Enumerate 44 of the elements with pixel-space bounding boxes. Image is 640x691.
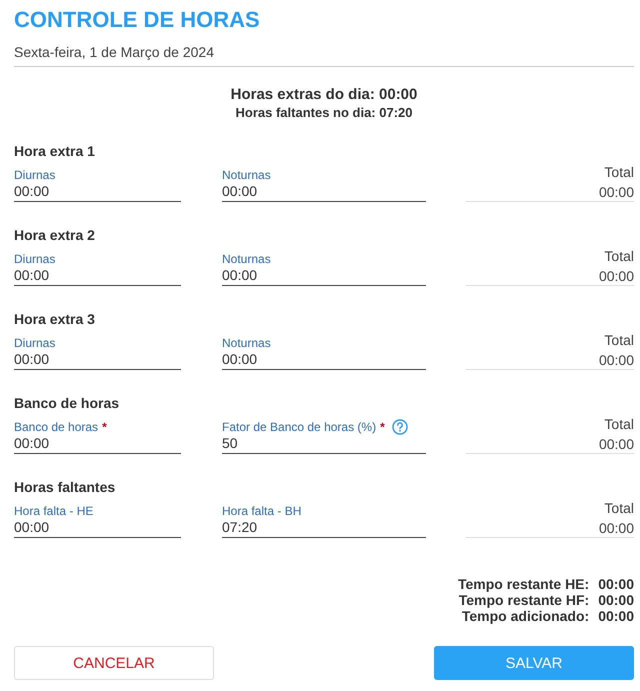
input-field[interactable]: Banco de horas * 00:00	[14, 420, 181, 454]
field-label: Diurnas	[14, 336, 56, 351]
field-label: Noturnas	[222, 168, 271, 183]
input-field[interactable]: Noturnas 00:00	[222, 336, 426, 370]
total-field: Total 00:00	[466, 499, 634, 538]
total-label: Tempo restante HF:	[458, 592, 590, 608]
field-label: Diurnas	[14, 168, 56, 183]
input-field[interactable]: Diurnas 00:00	[14, 336, 181, 370]
summary-text: Horas faltantes no dia: 07:20	[234, 105, 414, 121]
field-label: Noturnas	[222, 252, 271, 267]
field-label: Noturnas	[222, 336, 271, 351]
section-title: Banco de horas	[14, 394, 120, 413]
input-field[interactable]: Diurnas 00:00	[14, 252, 181, 286]
input-field[interactable]: Hora falta - HE 00:00	[14, 504, 181, 538]
section-title: Hora extra 1	[14, 142, 96, 161]
required-mark: *	[102, 420, 107, 435]
input-field[interactable]: Hora falta - BH 07:20	[222, 504, 426, 538]
input-field[interactable]: Diurnas 00:00	[14, 168, 181, 202]
field-label: Hora falta - BH	[222, 504, 302, 519]
total-value: 00:00	[598, 592, 634, 608]
section-title: Horas faltantes	[14, 478, 116, 497]
page-title: CONTROLE DE HORAS	[14, 6, 261, 34]
total-value: 00:00	[598, 608, 634, 624]
total-field: Total 00:00	[466, 415, 634, 454]
input-field[interactable]: Noturnas 00:00	[222, 252, 426, 286]
help-icon[interactable]	[392, 419, 408, 435]
total-value: 00:00	[598, 576, 634, 592]
total-field: Total 00:00	[466, 331, 634, 370]
section-title: Hora extra 2	[14, 226, 96, 245]
total-label: Tempo restante HE:	[458, 576, 590, 592]
total-field: Total 00:00	[466, 163, 634, 202]
field-label: Banco de horas	[14, 420, 98, 435]
field-label: Diurnas	[14, 252, 56, 267]
input-field[interactable]: Fator de Banco de horas (%) * 50	[222, 419, 426, 454]
action-button[interactable]: CANCELAR	[14, 646, 214, 680]
section-title: Hora extra 3	[14, 310, 96, 329]
required-mark: *	[380, 420, 385, 434]
field-label: Fator de Banco de horas (%)	[222, 420, 376, 434]
field-label: Hora falta - HE	[14, 504, 94, 519]
input-field[interactable]: Noturnas 00:00	[222, 168, 426, 202]
total-field: Total 00:00	[466, 247, 634, 286]
total-label: Tempo adicionado:	[462, 608, 590, 624]
date-text: Sexta-feira, 1 de Março de 2024	[14, 44, 634, 67]
summary-text: Horas extras do dia: 00:00	[230, 85, 418, 105]
